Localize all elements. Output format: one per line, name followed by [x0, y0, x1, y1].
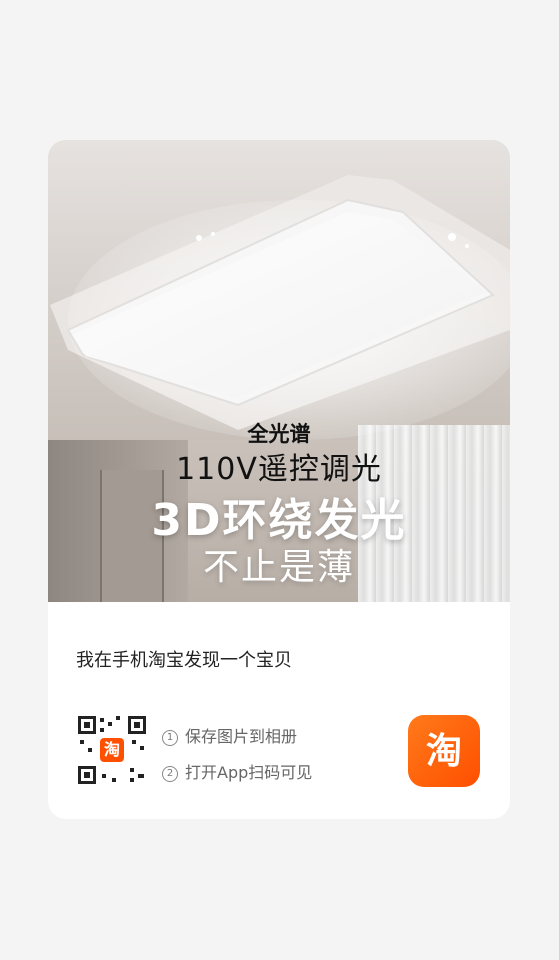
image-text-line4: 不止是薄	[202, 547, 355, 588]
share-headline: 我在手机淘宝发现一个宝贝	[76, 650, 292, 671]
step-text-2: 打开App扫码可见	[185, 763, 313, 782]
step-number-2: 2	[162, 766, 178, 782]
step-open-app: 2 打开App扫码可见	[162, 759, 312, 783]
taobao-app-icon[interactable]: 淘	[408, 715, 480, 787]
qr-center-logo: 淘	[104, 740, 120, 759]
step-number-1: 1	[162, 730, 178, 746]
step-save-image: 1 保存图片到相册	[162, 723, 297, 747]
image-text-line2: 110V遥控调光	[176, 452, 382, 487]
qr-code[interactable]: 淘	[76, 714, 148, 786]
product-image[interactable]: 全光谱 110V遥控调光 3D环绕发光 不止是薄	[48, 140, 510, 602]
share-card: 全光谱 110V遥控调光 3D环绕发光 不止是薄 我在手机淘宝发现一个宝贝 淘 …	[48, 140, 510, 819]
step-text-1: 保存图片到相册	[185, 727, 298, 746]
taobao-logo-icon: 淘	[426, 731, 462, 772]
svg-text:淘: 淘	[426, 731, 462, 772]
